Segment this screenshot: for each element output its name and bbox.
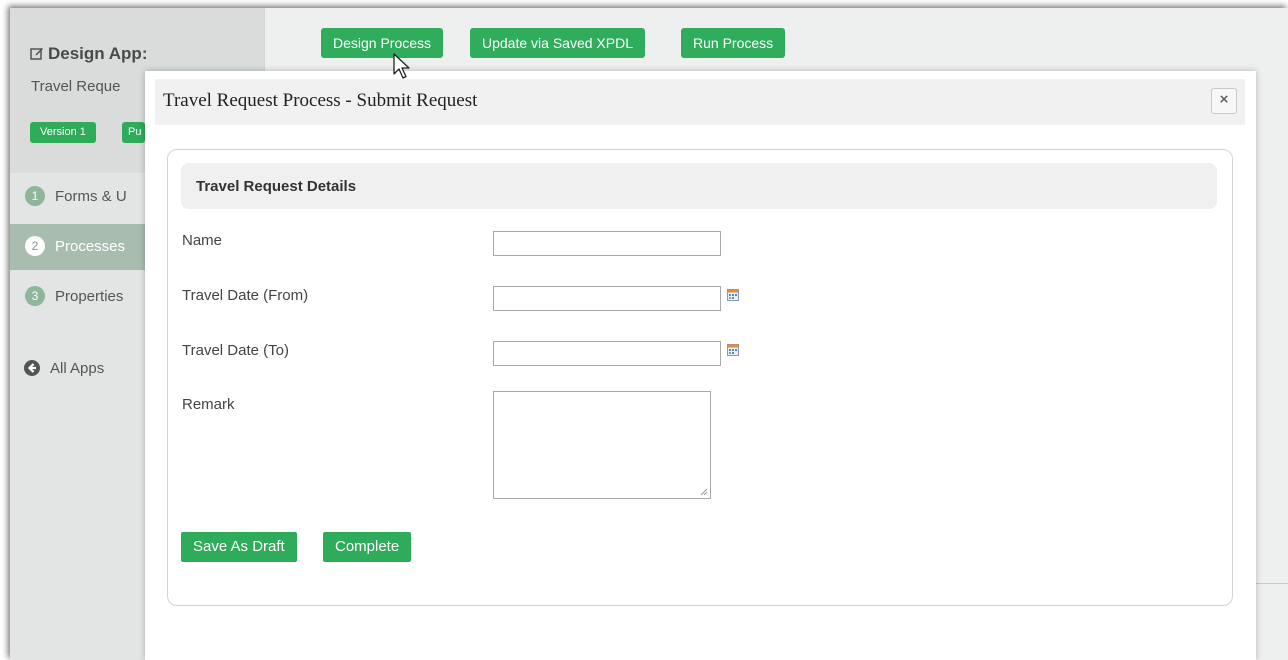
dialog-title: Travel Request Process - Submit Request bbox=[163, 90, 478, 111]
nav-number: 1 bbox=[25, 186, 45, 206]
run-process-button[interactable]: Run Process bbox=[681, 28, 786, 58]
app-subtitle: Travel Reque bbox=[31, 78, 121, 95]
sidebar-item-label: Properties bbox=[55, 288, 124, 305]
sidebar-item-label: Forms & U bbox=[55, 188, 127, 205]
resize-grip-icon[interactable] bbox=[700, 488, 708, 496]
version-pill[interactable]: Version 1 bbox=[30, 122, 96, 143]
complete-button[interactable]: Complete bbox=[323, 532, 412, 562]
divider bbox=[1255, 583, 1288, 584]
sidebar-item-label: Processes bbox=[55, 238, 126, 255]
nav-number: 2 bbox=[25, 236, 45, 256]
app-title: Design App: bbox=[30, 44, 147, 64]
design-process-button[interactable]: Design Process bbox=[321, 28, 444, 58]
save-as-draft-button[interactable]: Save As Draft bbox=[181, 532, 297, 562]
update-xpdl-button[interactable]: Update via Saved XPDL bbox=[470, 28, 645, 58]
travel-date-to-label: Travel Date (To) bbox=[182, 342, 289, 359]
all-apps-link[interactable]: All Apps bbox=[24, 360, 104, 377]
app-title-text: Design App: bbox=[48, 44, 148, 63]
section-title: Travel Request Details bbox=[196, 178, 357, 195]
close-icon: × bbox=[1219, 91, 1229, 108]
name-input[interactable] bbox=[493, 231, 721, 256]
section-header: Travel Request Details bbox=[181, 163, 1217, 209]
travel-date-from-label: Travel Date (From) bbox=[182, 287, 309, 304]
remark-textarea[interactable] bbox=[493, 391, 711, 499]
calendar-icon[interactable] bbox=[727, 344, 739, 356]
close-button[interactable]: × bbox=[1211, 88, 1237, 114]
back-arrow-icon bbox=[24, 360, 40, 376]
travel-request-form: Travel Request Details Name Travel Date … bbox=[167, 149, 1233, 606]
all-apps-label: All Apps bbox=[50, 360, 105, 377]
travel-date-from-input[interactable] bbox=[493, 286, 721, 311]
edit-icon bbox=[30, 48, 43, 60]
remark-label: Remark bbox=[182, 396, 235, 413]
name-label: Name bbox=[182, 232, 223, 249]
dialog-header: Travel Request Process - Submit Request … bbox=[155, 79, 1245, 125]
submit-request-dialog: Travel Request Process - Submit Request … bbox=[145, 71, 1256, 660]
calendar-icon[interactable] bbox=[727, 289, 739, 301]
travel-date-to-input[interactable] bbox=[493, 341, 721, 366]
nav-number: 3 bbox=[25, 286, 45, 306]
mouse-cursor-icon bbox=[393, 53, 410, 79]
publish-pill[interactable]: Pu bbox=[122, 122, 145, 143]
